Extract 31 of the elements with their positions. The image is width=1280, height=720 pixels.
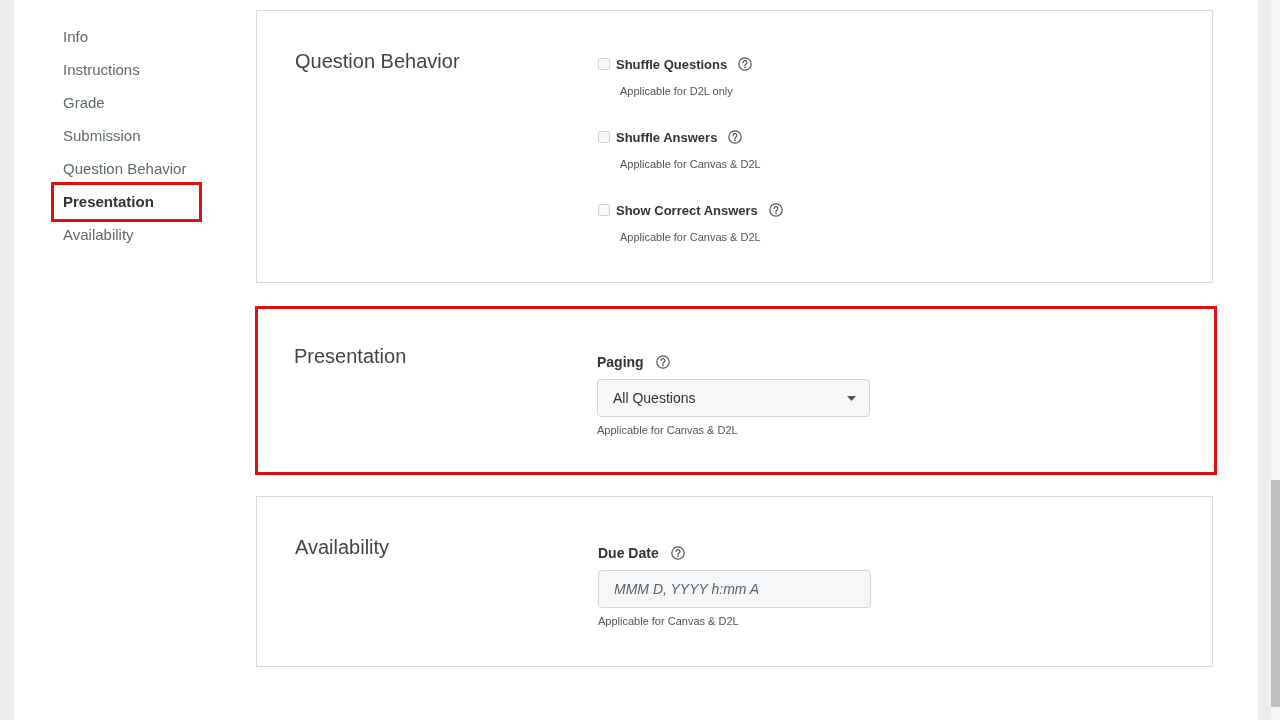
scrollbar-thumb[interactable] — [1271, 480, 1280, 707]
date-time-field[interactable]: MMM D, YYYY h:mm A — [598, 570, 871, 608]
section-title: Question Behavior — [295, 50, 460, 72]
section-title: Availability — [295, 536, 390, 558]
checkbox-label: Shuffle Answers — [616, 129, 718, 145]
sidebar-item[interactable]: Presentation — [51, 181, 202, 222]
help-icon[interactable] — [738, 57, 753, 71]
sidebar-item[interactable]: Submission — [51, 119, 202, 152]
checkbox-label: Show Correct Answers — [616, 202, 758, 218]
field-label: Paging — [597, 354, 644, 370]
help-icon[interactable] — [655, 355, 670, 369]
section-title: Presentation — [294, 345, 407, 367]
checkbox[interactable] — [598, 58, 610, 70]
field-label: Due Date — [598, 545, 659, 561]
hint-text: Applicable for D2L only — [620, 84, 734, 98]
help-icon[interactable] — [670, 546, 685, 560]
checkbox[interactable] — [598, 131, 610, 143]
sidebar-item[interactable]: Grade — [51, 86, 202, 119]
caret-icon — [847, 395, 856, 401]
sidebar-item[interactable]: Info — [51, 20, 202, 53]
help-icon[interactable] — [728, 130, 743, 144]
hint-text: Applicable for Canvas & D2L — [620, 230, 762, 244]
help-icon[interactable] — [768, 203, 783, 217]
dropdown[interactable]: All Questions — [597, 379, 870, 417]
hint-text: Applicable for Canvas & D2L — [620, 157, 762, 171]
sidebar-item[interactable]: Instructions — [51, 53, 202, 86]
hint-text: Applicable for Canvas & D2L — [598, 614, 740, 628]
checkbox[interactable] — [598, 204, 610, 216]
hint-text: Applicable for Canvas & D2L — [597, 423, 739, 437]
checkbox-label: Shuffle Questions — [616, 56, 728, 72]
scrollbar-track[interactable] — [1271, 0, 1280, 720]
